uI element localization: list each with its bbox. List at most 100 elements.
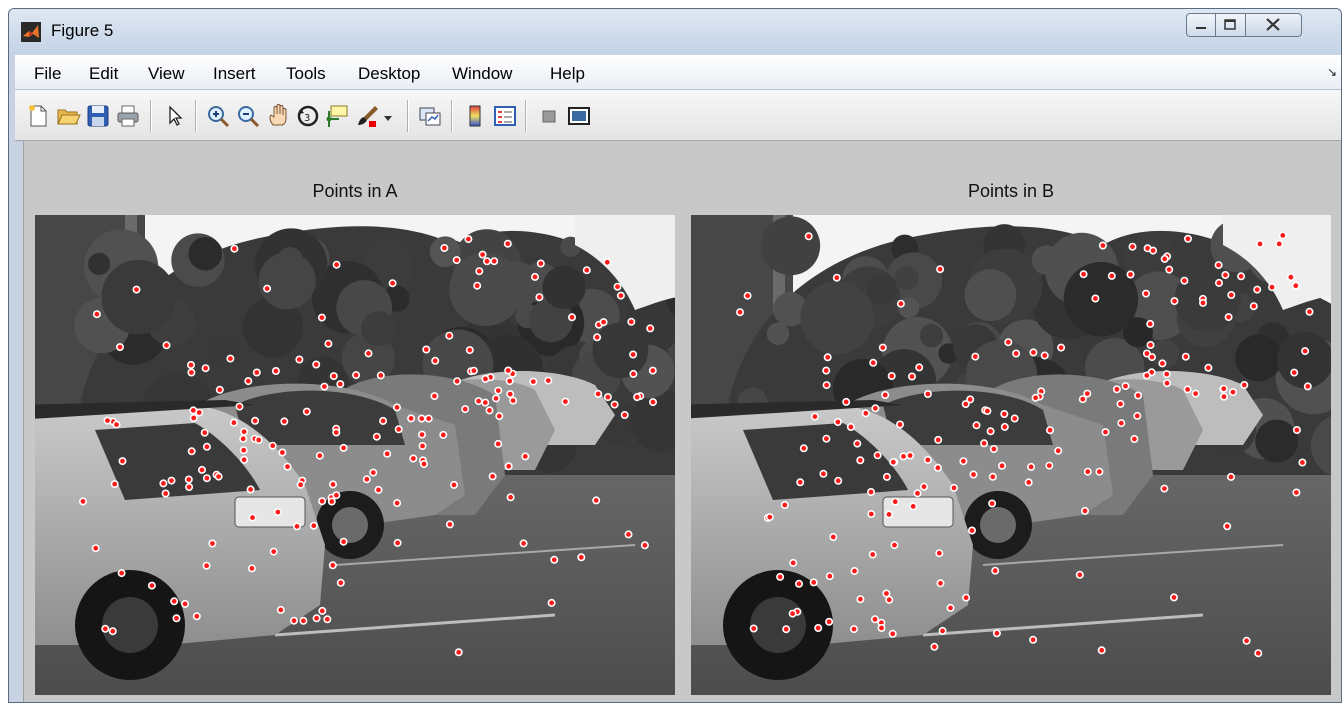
- feature-point: [1107, 271, 1116, 280]
- feature-point: [91, 544, 100, 553]
- feature-point: [464, 235, 473, 244]
- feature-point: [474, 397, 483, 406]
- brush-icon[interactable]: [355, 103, 381, 129]
- title-bar[interactable]: Figure 5: [9, 9, 1341, 53]
- feature-point: [248, 513, 257, 522]
- open-file-icon[interactable]: [55, 103, 81, 129]
- dock-arrow-icon[interactable]: ↘: [1327, 65, 1337, 79]
- colorbar-icon[interactable]: [462, 103, 488, 129]
- feature-point: [1198, 298, 1207, 307]
- new-figure-icon[interactable]: [25, 103, 51, 129]
- feature-point: [1160, 254, 1169, 263]
- menu-help[interactable]: Help: [550, 64, 585, 84]
- hide-plot-tools-icon[interactable]: [536, 103, 562, 129]
- feature-point: [1275, 239, 1284, 248]
- feature-point: [214, 472, 223, 481]
- feature-point: [613, 282, 622, 291]
- feature-point: [454, 648, 463, 657]
- feature-point: [567, 313, 576, 322]
- feature-point: [296, 480, 305, 489]
- maximize-button[interactable]: [1216, 13, 1246, 37]
- feature-point: [936, 265, 945, 274]
- feature-point: [1054, 446, 1063, 455]
- feature-point: [159, 479, 168, 488]
- feature-point: [934, 435, 943, 444]
- feature-point: [208, 539, 217, 548]
- data-cursor-icon[interactable]: [325, 103, 351, 129]
- feature-point: [853, 439, 862, 448]
- feature-point: [1031, 393, 1040, 402]
- feature-point: [906, 451, 915, 460]
- feature-point: [920, 482, 929, 491]
- pointer-icon[interactable]: [161, 103, 187, 129]
- feature-point: [1255, 239, 1264, 248]
- feature-point: [332, 260, 341, 269]
- feature-point: [1237, 272, 1246, 281]
- feature-point: [888, 629, 897, 638]
- menu-view[interactable]: View: [148, 64, 185, 84]
- feature-point: [776, 572, 785, 581]
- feature-point: [332, 491, 341, 500]
- print-icon[interactable]: [115, 103, 141, 129]
- feature-point: [842, 397, 851, 406]
- menu-window[interactable]: Window: [452, 64, 512, 84]
- feature-point: [796, 478, 805, 487]
- feature-point: [582, 266, 591, 275]
- feature-point: [417, 430, 426, 439]
- feature-point: [1204, 363, 1213, 372]
- feature-point: [1116, 399, 1125, 408]
- feature-point: [1097, 646, 1106, 655]
- feature-point: [822, 434, 831, 443]
- feature-point: [868, 550, 877, 559]
- feature-point: [1080, 506, 1089, 515]
- feature-point: [936, 579, 945, 588]
- feature-point: [1040, 351, 1049, 360]
- feature-point: [506, 390, 515, 399]
- feature-point: [871, 404, 880, 413]
- feature-point: [648, 366, 657, 375]
- brush-dropdown-icon[interactable]: [381, 103, 395, 129]
- feature-point: [263, 284, 272, 293]
- zoom-out-icon[interactable]: [235, 103, 261, 129]
- axes-b-scene: [691, 215, 1331, 695]
- feature-point: [1219, 384, 1228, 393]
- menu-file[interactable]: File: [34, 64, 61, 84]
- toolbar-separator: [525, 100, 527, 132]
- minimize-button[interactable]: [1186, 13, 1216, 37]
- feature-point: [336, 578, 345, 587]
- save-icon[interactable]: [85, 103, 111, 129]
- menu-tools[interactable]: Tools: [286, 64, 326, 84]
- rotate-3d-icon[interactable]: 3: [295, 103, 321, 129]
- feature-point: [185, 483, 194, 492]
- feature-point: [1146, 341, 1155, 350]
- feature-point: [967, 526, 976, 535]
- figure-canvas: Points in A Points in B: [23, 141, 1341, 702]
- feature-point: [882, 472, 891, 481]
- zoom-in-icon[interactable]: [205, 103, 231, 129]
- pan-icon[interactable]: [265, 103, 291, 129]
- feature-point: [1180, 276, 1189, 285]
- feature-point: [620, 411, 629, 420]
- feature-point: [372, 432, 381, 441]
- feature-point: [1075, 570, 1084, 579]
- axes-a-image[interactable]: [35, 215, 675, 695]
- feature-point: [1133, 411, 1142, 420]
- menu-insert[interactable]: Insert: [213, 64, 256, 84]
- toolbar-separator: [150, 100, 152, 132]
- menu-edit[interactable]: Edit: [89, 64, 118, 84]
- axes-b-image[interactable]: [691, 215, 1331, 695]
- feature-point: [992, 629, 1001, 638]
- close-button[interactable]: [1246, 13, 1302, 37]
- feature-point: [969, 470, 978, 479]
- show-plot-tools-icon[interactable]: [566, 103, 592, 129]
- feature-point: [561, 397, 570, 406]
- feature-point: [850, 566, 859, 575]
- feature-point: [419, 460, 428, 469]
- feature-point: [799, 444, 808, 453]
- feature-point: [1165, 265, 1174, 274]
- menu-desktop[interactable]: Desktop: [358, 64, 420, 84]
- legend-icon[interactable]: [492, 103, 518, 129]
- feature-point: [320, 382, 329, 391]
- link-plot-icon[interactable]: [417, 103, 443, 129]
- feature-point: [1101, 428, 1110, 437]
